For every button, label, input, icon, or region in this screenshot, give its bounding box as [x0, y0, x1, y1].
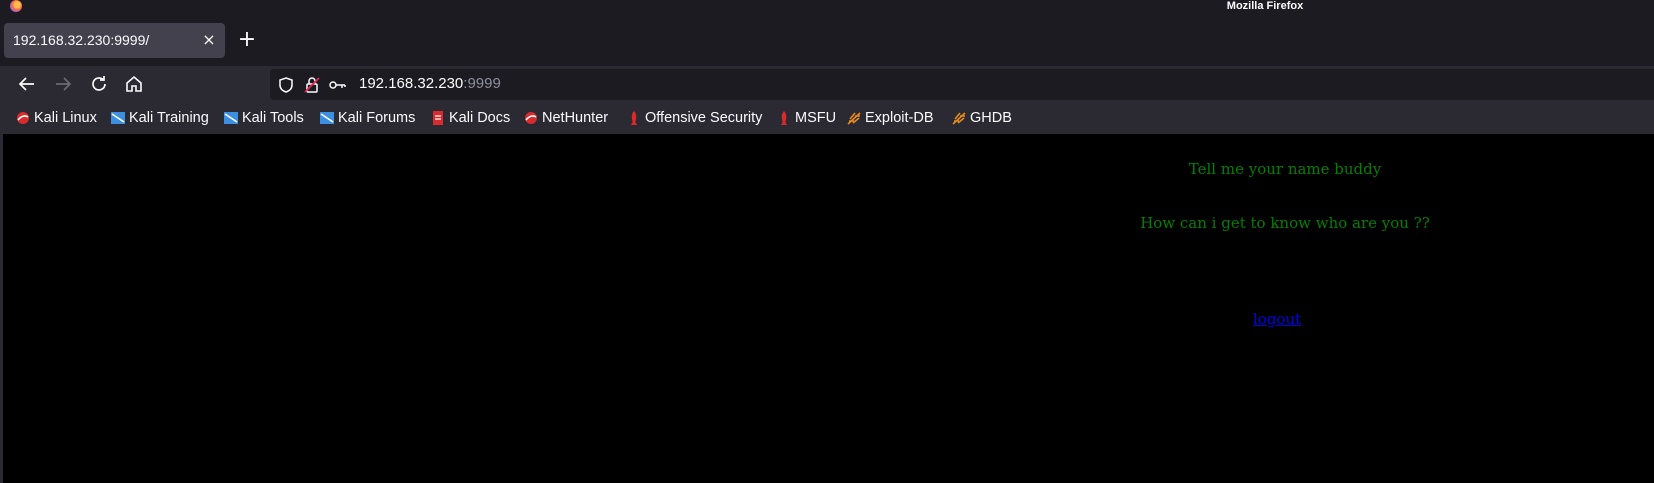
forward-button[interactable]	[51, 72, 75, 96]
tracking-protection-shield-icon[interactable]	[277, 76, 295, 94]
forward-arrow-icon	[56, 77, 72, 91]
page-content: Tell me your name buddy How can i get to…	[3, 134, 1654, 483]
bookmark-kali-forums[interactable]: Kali Forums	[319, 108, 415, 128]
reload-icon	[92, 76, 106, 91]
window-titlebar: Mozilla Firefox	[0, 0, 1654, 14]
bookmark-label: Offensive Security	[645, 110, 763, 126]
kali-forums-icon	[319, 110, 335, 126]
kali-docs-icon	[430, 110, 446, 126]
home-icon	[126, 75, 142, 92]
bookmark-label: Kali Training	[129, 110, 209, 126]
bookmark-label: NetHunter	[542, 110, 609, 126]
insecure-lock-icon[interactable]	[303, 76, 321, 94]
bookmark-kali-tools[interactable]: Kali Tools	[223, 108, 304, 128]
firefox-logo-icon	[10, 0, 22, 12]
kali-dragon-icon	[15, 110, 31, 126]
bookmark-label: GHDB	[970, 110, 1012, 126]
identity-question-text: How can i get to know who are you ??	[1140, 214, 1430, 232]
bookmark-msfu[interactable]: MSFU	[776, 108, 836, 128]
bookmark-kali-docs[interactable]: Kali Docs	[430, 108, 510, 128]
bookmark-kali-linux[interactable]: Kali Linux	[15, 108, 97, 128]
bookmark-exploit-db[interactable]: Exploit-DB	[846, 108, 934, 128]
window-title: Mozilla Firefox	[1226, 0, 1304, 12]
url-bar[interactable]: 192.168.32.230:9999	[270, 69, 1654, 100]
url-host: 192.168.32.230	[359, 75, 464, 92]
bookmark-offensive-security[interactable]: Offensive Security	[626, 108, 762, 128]
tab-label: 192.168.32.230:9999/	[13, 32, 150, 48]
ghdb-icon	[951, 110, 967, 126]
nethunter-icon	[523, 110, 539, 126]
msfu-icon	[776, 110, 792, 126]
bookmark-ghdb[interactable]: GHDB	[951, 108, 1012, 128]
url-text[interactable]: 192.168.32.230:9999	[359, 75, 501, 92]
reload-button[interactable]	[87, 72, 111, 96]
navigation-toolbar: 192.168.32.230:9999	[0, 66, 1654, 102]
key-icon[interactable]	[328, 76, 346, 94]
tab-strip: 192.168.32.230:9999/ × +	[0, 20, 1654, 62]
offsec-icon	[626, 110, 642, 126]
name-prompt-text: Tell me your name buddy	[1188, 160, 1382, 178]
kali-tools-icon	[223, 110, 239, 126]
logout-link[interactable]: logout	[1253, 310, 1301, 328]
bookmarks-toolbar: Kali Linux Kali Training Kali Tools Kali…	[0, 102, 1654, 134]
url-port: :9999	[463, 75, 501, 92]
bookmark-label: Kali Linux	[34, 110, 97, 126]
bookmark-label: Kali Tools	[242, 110, 304, 126]
back-button[interactable]	[15, 72, 39, 96]
new-tab-button[interactable]: +	[236, 26, 258, 54]
bookmark-kali-training[interactable]: Kali Training	[110, 108, 209, 128]
bookmark-label: Kali Forums	[338, 110, 416, 126]
bookmark-label: Kali Docs	[449, 110, 511, 126]
bookmark-label: Exploit-DB	[865, 110, 934, 126]
home-button[interactable]	[122, 72, 146, 96]
back-arrow-icon	[18, 77, 34, 91]
kali-training-icon	[110, 110, 126, 126]
bookmark-label: MSFU	[795, 110, 837, 126]
tab-active[interactable]: 192.168.32.230:9999/ ×	[4, 23, 225, 58]
bookmark-nethunter[interactable]: NetHunter	[523, 108, 608, 128]
exploit-db-icon	[846, 110, 862, 126]
tab-close-button[interactable]: ×	[200, 30, 218, 50]
